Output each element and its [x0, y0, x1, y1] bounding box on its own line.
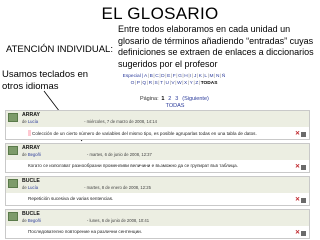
entry-term: BUCLE: [22, 178, 40, 184]
page-next[interactable]: (Siguiente): [182, 96, 209, 102]
delete-icon[interactable]: ✕: [295, 230, 300, 236]
letter-b[interactable]: B: [150, 73, 153, 80]
letter-z[interactable]: Z: [195, 80, 198, 87]
glossary-entries: ARRAY de Lucía - miércoles, 7 de marzo de…: [5, 110, 310, 240]
letter-d[interactable]: D: [161, 73, 164, 80]
entry-date: lunes, 6 de junio de 2008, 10:41: [89, 218, 150, 223]
user-picture-icon: [8, 179, 18, 188]
entry-byline: de Lucía - miércoles, 7 de marzo de 2008,…: [22, 119, 157, 124]
entry-author[interactable]: Begoñi: [28, 218, 41, 223]
text-cursor-highlight: [28, 130, 31, 136]
letter-f[interactable]: F: [173, 73, 176, 80]
letter-enie[interactable]: Ñ: [222, 73, 225, 80]
letter-a[interactable]: A: [144, 73, 147, 80]
entry-date: martes, 8 de enero de 2008, 12:25: [86, 185, 151, 190]
entry-date: miércoles, 7 de marzo de 2008, 14:14: [86, 119, 157, 124]
pagination: Página: 1 2 3 (Siguiente) TODAS: [120, 96, 230, 109]
letter-y[interactable]: Y: [190, 80, 193, 87]
entry-header: ARRAY de Lucía - miércoles, 7 de marzo de…: [6, 111, 309, 127]
letter-o[interactable]: O: [131, 80, 135, 87]
entry-author[interactable]: Begoñi: [28, 152, 41, 157]
intro-text: Entre todos elaboramos en cada unidad un…: [118, 24, 314, 69]
letter-h[interactable]: H: [184, 73, 187, 80]
entry-definition-row: Repetición sucesiva de varias sentencias…: [6, 193, 309, 205]
delete-icon[interactable]: ✕: [295, 197, 300, 203]
entry-date: martes, 6 de junio de 2008, 12:37: [89, 152, 152, 157]
letter-q[interactable]: Q: [142, 80, 146, 87]
user-picture-icon: [8, 212, 18, 221]
glossary-entry: ARRAY de Begoñi - martes, 6 de junio de 2…: [5, 143, 310, 173]
entry-definition: Последователно повторение на различни се…: [28, 229, 142, 234]
letter-m[interactable]: M: [210, 73, 214, 80]
edit-icon[interactable]: [301, 164, 306, 170]
entry-definition-row: Последователно повторение на различни се…: [6, 226, 309, 238]
entry-byline: de Lucía - martes, 8 de enero de 2008, 12…: [22, 185, 151, 190]
edit-icon[interactable]: [301, 197, 306, 203]
letter-t[interactable]: T: [160, 80, 163, 87]
entry-header: ARRAY de Begoñi - martes, 6 de junio de 2…: [6, 144, 309, 160]
letter-u[interactable]: U: [166, 80, 169, 87]
entry-author[interactable]: Lucía: [28, 119, 38, 124]
alphabet-row-2: O | P | Q | R | S | T | U | V | W | X | Y | Z | TODA…: [130, 80, 218, 87]
letter-x[interactable]: X: [184, 80, 187, 87]
entry-definition-row: Когато се използват разнообразни променл…: [6, 160, 309, 172]
letter-v[interactable]: V: [171, 80, 174, 87]
alphabet-all[interactable]: TODAS: [201, 80, 218, 87]
entry-author[interactable]: Lucía: [28, 185, 38, 190]
page-1[interactable]: 1: [161, 96, 164, 102]
entry-header: BUCLE de Lucía - martes, 8 de enero de 20…: [6, 177, 309, 193]
letter-l[interactable]: L: [204, 73, 207, 80]
entry-definition-row: Colección de un cierto número de variabl…: [6, 127, 309, 139]
label-atencion-individual: ATENCIÓN INDIVIDUAL:: [6, 44, 113, 55]
entry-byline: de Begoñi - lunes, 6 de junio de 2008, 10…: [22, 218, 150, 223]
entry-header: BUCLE de Begoñi - lunes, 6 de junio de 20…: [6, 210, 309, 226]
entry-actions: ✕: [295, 131, 306, 137]
edit-icon[interactable]: [301, 230, 306, 236]
letter-p[interactable]: P: [137, 80, 140, 87]
delete-icon[interactable]: ✕: [295, 164, 300, 170]
alphabet-special[interactable]: Especial |: [123, 73, 144, 80]
letter-n[interactable]: N: [216, 73, 219, 80]
page-3[interactable]: 3: [175, 96, 178, 102]
label-teclados-idiomas: Usamos teclados en otros idiomas: [2, 69, 89, 92]
pagination-label: Página:: [139, 96, 159, 102]
entry-definition: Colección de un cierto número de variabl…: [32, 131, 257, 136]
letter-k[interactable]: K: [199, 73, 202, 80]
user-picture-icon: [8, 113, 18, 122]
user-picture-icon: [8, 146, 18, 155]
pointer-arrow: [43, 90, 83, 142]
letter-c[interactable]: C: [155, 73, 158, 80]
glossary-entry: ARRAY de Lucía - miércoles, 7 de marzo de…: [5, 110, 310, 140]
entry-byline: de Begoñi - martes, 6 de junio de 2008, 1…: [22, 152, 152, 157]
entry-definition: Repetición sucesiva de varias sentencias…: [28, 196, 114, 201]
alphabet-index: Especial | A | B | C | D | E | F | G | H | I | J |…: [122, 73, 226, 87]
letter-r[interactable]: R: [149, 80, 152, 87]
letter-s[interactable]: S: [155, 80, 158, 87]
entry-actions: ✕: [295, 230, 306, 236]
pagination-all[interactable]: TODAS: [166, 103, 185, 109]
slide-title: EL GLOSARIO: [101, 4, 219, 23]
letter-w[interactable]: W: [177, 80, 182, 87]
entry-term: BUCLE: [22, 211, 40, 217]
entry-term: ARRAY: [22, 145, 40, 151]
entry-actions: ✕: [295, 164, 306, 170]
entry-actions: ✕: [295, 197, 306, 203]
entry-definition: Когато се използват разнообразни променл…: [28, 163, 239, 168]
alphabet-row-1: Especial | A | B | C | D | E | F | G | H | I | J |…: [122, 73, 226, 80]
glossary-entry: BUCLE de Begoñi - lunes, 6 de junio de 20…: [5, 209, 310, 239]
letter-g[interactable]: G: [178, 73, 182, 80]
delete-icon[interactable]: ✕: [295, 131, 300, 137]
page-2[interactable]: 2: [168, 96, 171, 102]
letter-e[interactable]: E: [167, 73, 170, 80]
edit-icon[interactable]: [301, 131, 306, 137]
glossary-entry: BUCLE de Lucía - martes, 8 de enero de 20…: [5, 176, 310, 206]
entry-term: ARRAY: [22, 112, 40, 118]
